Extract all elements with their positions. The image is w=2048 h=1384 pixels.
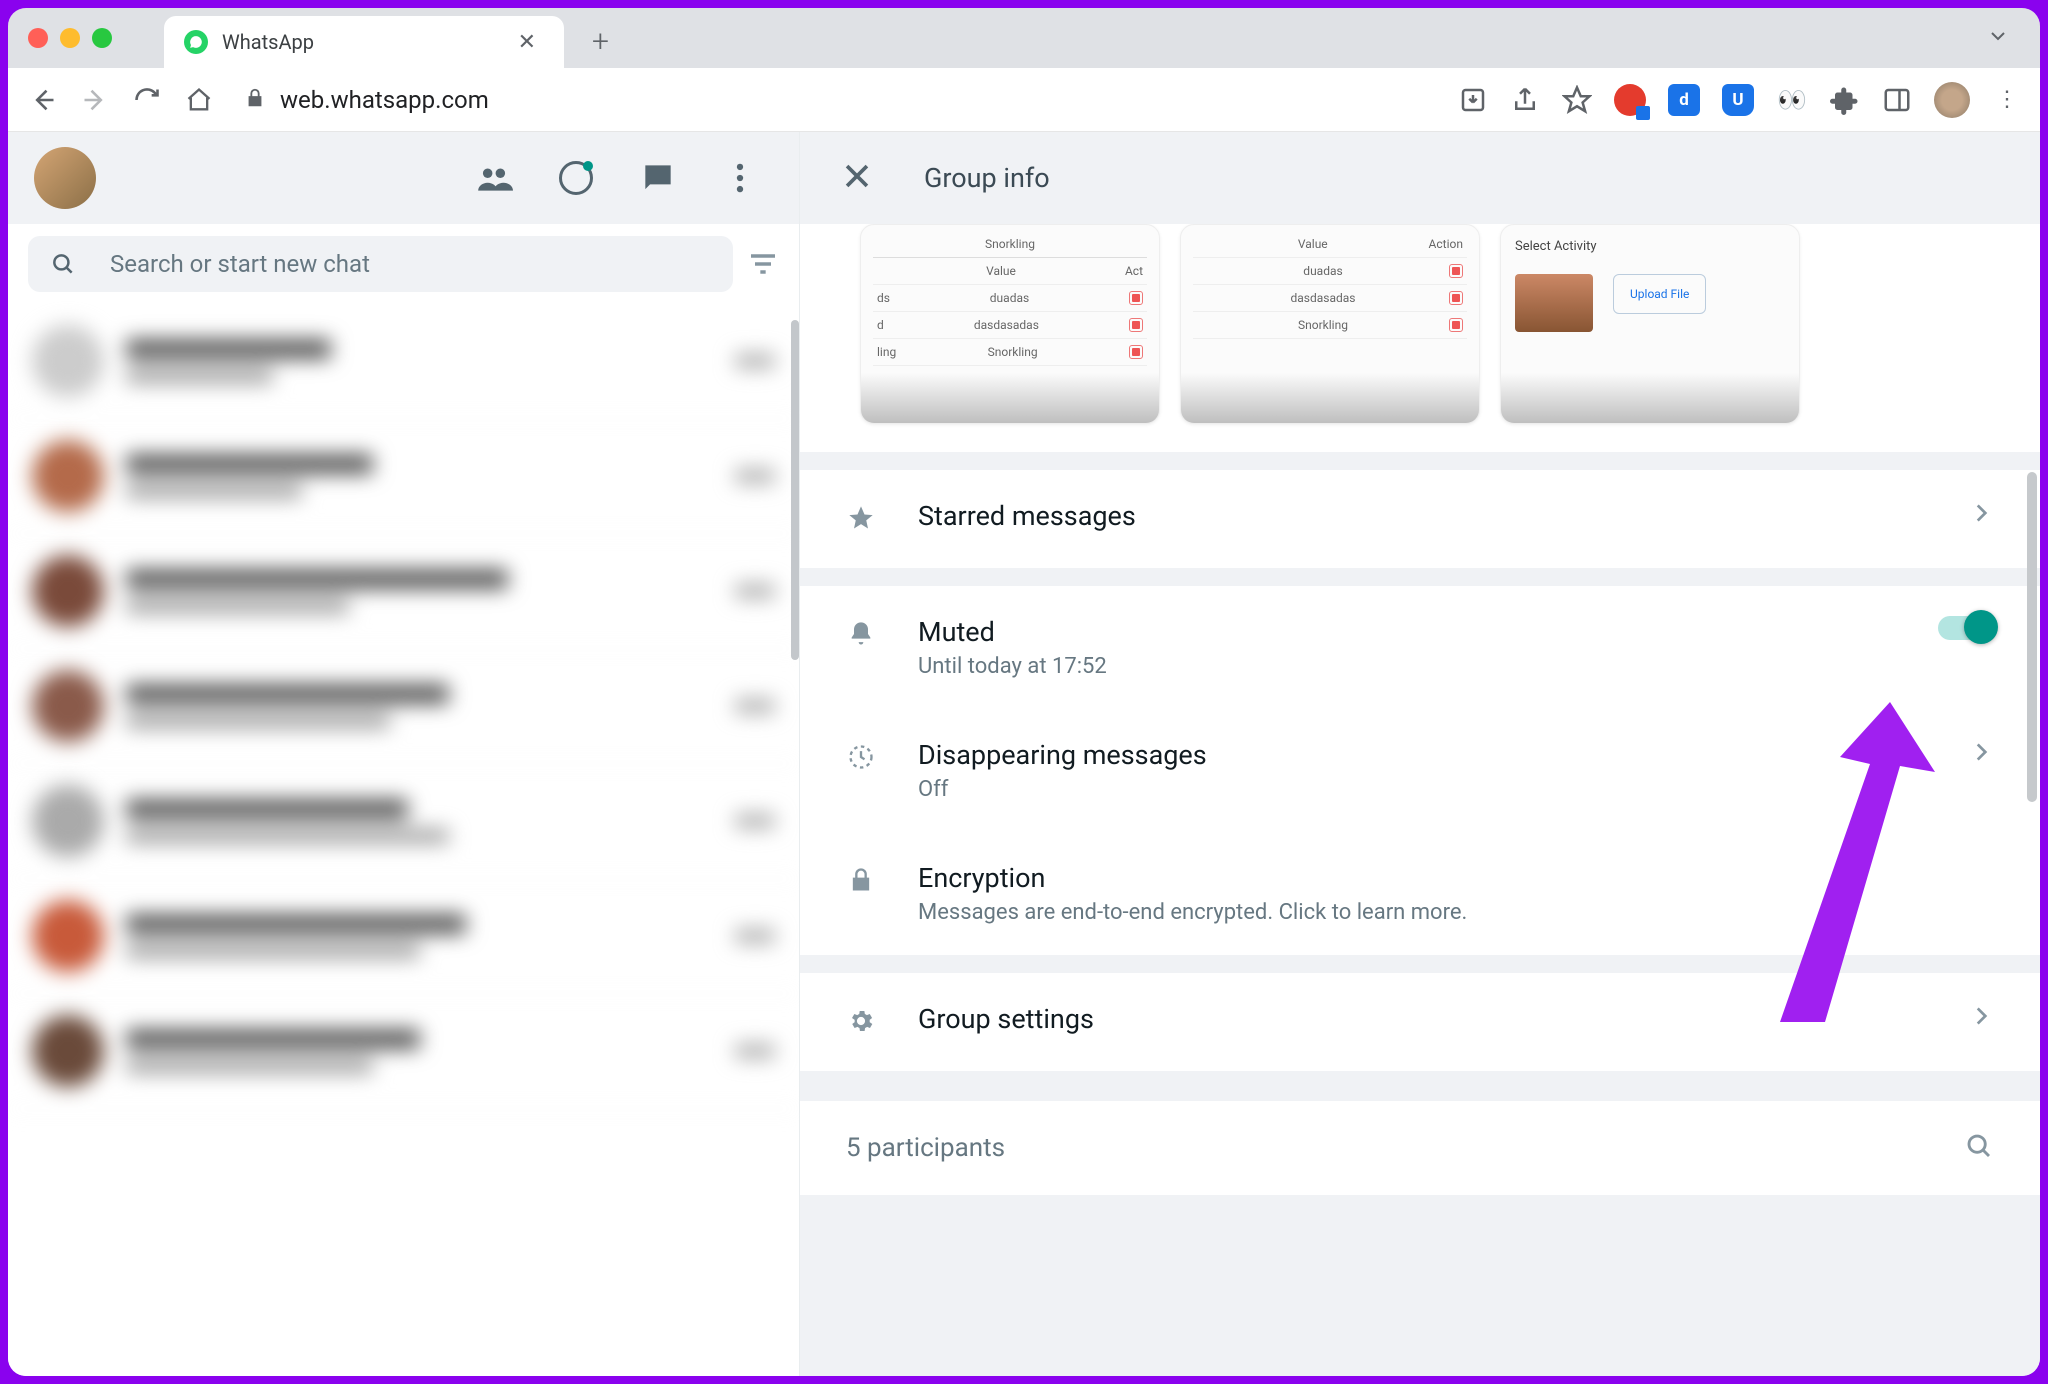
url-bar[interactable]: web.whatsapp.com	[244, 86, 489, 114]
row-label: Disappearing messages	[918, 739, 1926, 771]
lock-icon	[244, 87, 266, 113]
media-thumbnail[interactable]: ValueAction duadas dasdasadas Snorkling	[1180, 224, 1480, 424]
bell-icon	[846, 620, 876, 648]
minimize-window-button[interactable]	[60, 28, 80, 48]
group-info-panel: Group info Snorkling ValueAct dsduadas d…	[800, 132, 2040, 1376]
search-input[interactable]: Search or start new chat	[28, 236, 733, 292]
media-thumbnail[interactable]: Snorkling ValueAct dsduadas ddasdasadas …	[860, 224, 1160, 424]
left-header	[8, 132, 799, 224]
panel-scrollbar[interactable]	[2027, 472, 2037, 802]
status-icon[interactable]	[557, 159, 595, 197]
tabs-dropdown-button[interactable]	[1986, 24, 2010, 52]
row-label: Starred messages	[918, 500, 1926, 532]
tab-title: WhatsApp	[222, 30, 496, 54]
timer-icon	[846, 743, 876, 771]
new-tab-button[interactable]: +	[592, 24, 609, 59]
media-thumbnails: Snorkling ValueAct dsduadas ddasdasadas …	[800, 224, 2040, 452]
group-settings-row[interactable]: Group settings	[800, 973, 2040, 1071]
toolbar-icons: d U 👀 ⋮	[1458, 82, 2022, 118]
whatsapp-favicon	[184, 30, 208, 54]
address-bar: web.whatsapp.com d U 👀 ⋮	[8, 68, 2040, 132]
encryption-row[interactable]: Encryption Messages are end-to-end encry…	[800, 832, 2040, 955]
row-label: Muted	[918, 616, 1896, 648]
starred-messages-row[interactable]: Starred messages	[800, 470, 2040, 568]
search-icon	[50, 251, 76, 277]
install-app-icon[interactable]	[1458, 85, 1488, 115]
window-controls	[28, 28, 112, 48]
search-row: Search or start new chat	[8, 224, 799, 304]
side-panel-icon[interactable]	[1882, 85, 1912, 115]
close-window-button[interactable]	[28, 28, 48, 48]
chevron-right-icon	[1968, 500, 1994, 530]
row-subtitle: Off	[918, 777, 1926, 802]
muted-row[interactable]: Muted Until today at 17:52	[800, 586, 2040, 709]
chat-list[interactable]	[8, 304, 799, 1376]
user-avatar[interactable]	[34, 147, 96, 209]
communities-icon[interactable]	[475, 159, 513, 197]
tab-strip: WhatsApp ✕ +	[8, 8, 2040, 68]
extension-icon-1[interactable]	[1614, 84, 1646, 116]
row-label: Group settings	[918, 1003, 1926, 1035]
browser-window: WhatsApp ✕ + web.whatsapp.com	[8, 8, 2040, 1376]
search-placeholder: Search or start new chat	[110, 250, 370, 278]
panel-header: Group info	[800, 132, 2040, 224]
extensions-button[interactable]	[1830, 85, 1860, 115]
participants-count: 5 participants	[846, 1133, 1005, 1163]
close-tab-button[interactable]: ✕	[510, 26, 544, 59]
media-thumbnail[interactable]: Select Activity Upload File	[1500, 224, 1800, 424]
panel-scroll[interactable]: Snorkling ValueAct dsduadas ddasdasadas …	[800, 224, 2040, 1376]
panel-title: Group info	[924, 162, 1050, 194]
extension-icon-4[interactable]: 👀	[1776, 84, 1808, 116]
extension-icon-2[interactable]: d	[1668, 84, 1700, 116]
row-subtitle: Messages are end-to-end encrypted. Click…	[918, 900, 1994, 925]
row-subtitle: Until today at 17:52	[918, 654, 1896, 679]
maximize-window-button[interactable]	[92, 28, 112, 48]
home-button[interactable]	[182, 83, 216, 117]
share-icon[interactable]	[1510, 85, 1540, 115]
gear-icon	[846, 1007, 876, 1035]
filter-icon[interactable]	[747, 248, 779, 280]
chevron-right-icon	[1968, 1003, 1994, 1033]
reload-button[interactable]	[130, 83, 164, 117]
url-text: web.whatsapp.com	[280, 86, 489, 114]
star-icon	[846, 504, 876, 532]
lock-icon	[846, 866, 876, 894]
chevron-right-icon	[1968, 739, 1994, 769]
extension-icon-3[interactable]: U	[1722, 84, 1754, 116]
search-participants-icon[interactable]	[1964, 1131, 1994, 1165]
menu-icon[interactable]	[721, 159, 759, 197]
back-button[interactable]	[26, 83, 60, 117]
chat-list-scrollbar[interactable]	[791, 320, 799, 660]
mute-toggle[interactable]	[1938, 616, 1994, 640]
disappearing-messages-row[interactable]: Disappearing messages Off	[800, 709, 2040, 832]
browser-tab[interactable]: WhatsApp ✕	[164, 16, 564, 68]
profile-avatar[interactable]	[1934, 82, 1970, 118]
new-chat-icon[interactable]	[639, 159, 677, 197]
app-content: Search or start new chat	[8, 132, 2040, 1376]
participants-row[interactable]: 5 participants	[800, 1089, 2040, 1195]
forward-button[interactable]	[78, 83, 112, 117]
chat-list-panel: Search or start new chat	[8, 132, 800, 1376]
close-panel-button[interactable]	[840, 159, 874, 197]
bookmark-star-icon[interactable]	[1562, 85, 1592, 115]
browser-menu-button[interactable]: ⋮	[1992, 85, 2022, 115]
row-label: Encryption	[918, 862, 1994, 894]
